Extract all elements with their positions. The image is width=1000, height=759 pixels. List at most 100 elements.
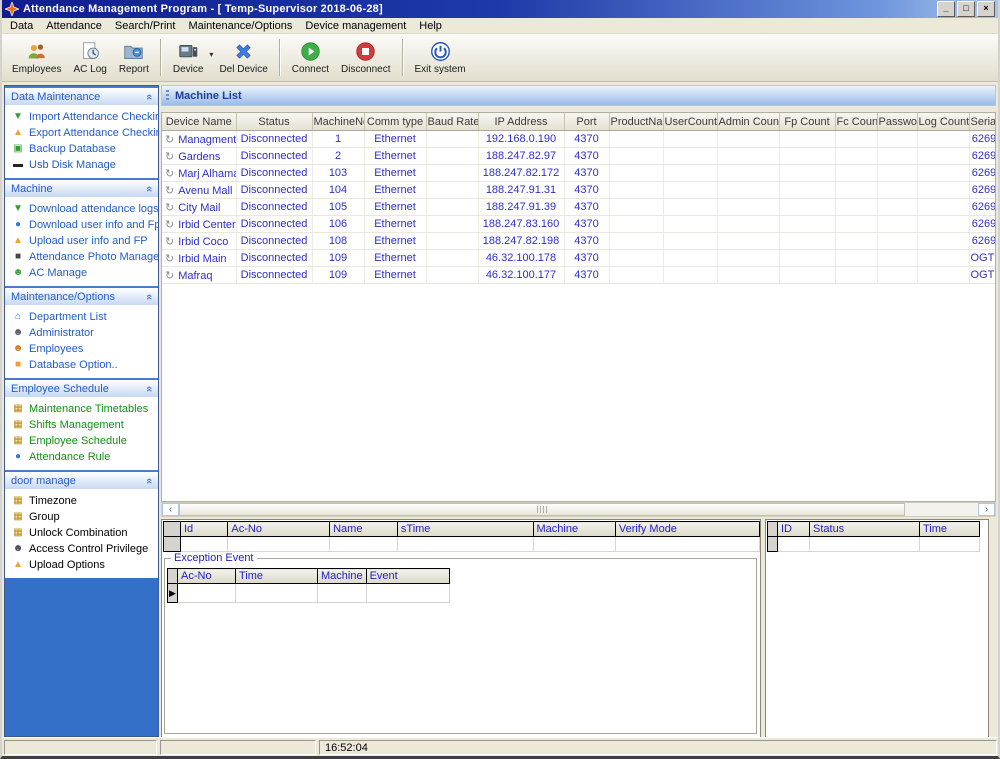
sidebar-section-header[interactable]: Employee Schedule«: [5, 378, 158, 397]
machine-row[interactable]: ↻MafraqDisconnected109Ethernet46.32.100.…: [162, 267, 996, 284]
machine-row[interactable]: ↻City MailDisconnected105Ethernet188.247…: [162, 199, 996, 216]
sidebar-item[interactable]: ▼Import Attendance Checking Data: [12, 111, 156, 123]
col-machine[interactable]: Machine: [533, 522, 615, 537]
sidebar-item[interactable]: ☻AC Manage: [12, 267, 156, 279]
col-machine[interactable]: Machine: [318, 569, 367, 584]
connect-button[interactable]: Connect: [286, 35, 335, 80]
maximize-button-icon[interactable]: □: [957, 1, 975, 17]
col-stime[interactable]: sTime: [397, 522, 533, 537]
col-password[interactable]: Passwo...: [877, 113, 917, 131]
horizontal-scrollbar[interactable]: ‹ ›: [161, 502, 996, 517]
machine-row[interactable]: ↻Irbid CenterDisconnected106Ethernet188.…: [162, 216, 996, 233]
col-id[interactable]: Id: [180, 522, 227, 537]
machine-row[interactable]: ↻Irbid CocoDisconnected108Ethernet188.24…: [162, 233, 996, 250]
scrollbar-thumb[interactable]: [179, 503, 905, 516]
collapse-chevron-icon[interactable]: «: [143, 477, 155, 483]
sidebar-item[interactable]: ☻Access Control Privilege: [12, 543, 156, 555]
col-id[interactable]: ID: [778, 522, 810, 537]
sidebar-item[interactable]: ▦Shifts Management: [12, 419, 156, 431]
sidebar-section-header[interactable]: door manage«: [5, 470, 158, 489]
col-product-name[interactable]: ProductName: [609, 113, 663, 131]
sidebar-item[interactable]: ■Attendance Photo Management: [12, 251, 156, 263]
menu-help[interactable]: Help: [414, 20, 450, 32]
col-ip-address[interactable]: IP Address: [478, 113, 564, 131]
sidebar-item[interactable]: ▣Backup Database: [12, 143, 156, 155]
disconnect-button[interactable]: Disconnect: [335, 35, 396, 80]
col-name[interactable]: Name: [330, 522, 398, 537]
col-device-name[interactable]: Device Name: [162, 113, 236, 131]
collapse-chevron-icon[interactable]: «: [143, 385, 155, 391]
app-window: Attendance Management Program - [ Temp-S…: [0, 0, 1000, 759]
sidebar-item[interactable]: ▲Upload user info and FP: [12, 235, 156, 247]
sidebar-item[interactable]: ▲Upload Options: [12, 559, 156, 571]
sidebar-item[interactable]: ▦Unlock Combination: [12, 527, 156, 539]
machine-row[interactable]: ↻ManagmentDisconnected1Ethernet192.168.0…: [162, 131, 996, 148]
sidebar-item[interactable]: ▦Employee Schedule: [12, 435, 156, 447]
col-fp-count[interactable]: Fp Count: [779, 113, 835, 131]
sidebar-item[interactable]: ▦Maintenance Timetables: [12, 403, 156, 415]
col-user-count[interactable]: UserCount: [663, 113, 717, 131]
col-comm-type[interactable]: Comm type: [364, 113, 426, 131]
close-button-icon[interactable]: ×: [977, 1, 995, 17]
col-status[interactable]: Status: [810, 522, 920, 537]
sidebar-item[interactable]: ▬Usb Disk Manage: [12, 159, 156, 171]
sidebar-item[interactable]: ⌂Department List: [12, 311, 156, 323]
ac-log-button[interactable]: AC Log: [67, 35, 112, 80]
col-fc-count[interactable]: Fc Count: [835, 113, 877, 131]
sidebar-item[interactable]: ●Download user info and Fp: [12, 219, 156, 231]
col-log-count[interactable]: Log Count: [917, 113, 969, 131]
collapse-chevron-icon[interactable]: «: [143, 185, 155, 191]
sidebar-item[interactable]: ■Database Option..: [12, 359, 156, 371]
sidebar-item[interactable]: ☻Administrator: [12, 327, 156, 339]
log-count-cell: [917, 233, 969, 250]
col-event[interactable]: Event: [366, 569, 449, 584]
menu-data[interactable]: Data: [5, 20, 41, 32]
scroll-right-icon[interactable]: ›: [978, 503, 995, 516]
col-ac-no[interactable]: Ac-No: [178, 569, 236, 584]
minimize-button-icon[interactable]: _: [937, 1, 955, 17]
sidebar-item[interactable]: ▲Export Attendance Checking Data: [12, 127, 156, 139]
exit-system-button[interactable]: Exit system: [409, 35, 472, 80]
col-baud-rate[interactable]: Baud Rate: [426, 113, 478, 131]
col-status[interactable]: Status: [236, 113, 312, 131]
machine-row[interactable]: ↻Marj AlhamamDisconnected103Ethernet188.…: [162, 165, 996, 182]
del-device-button[interactable]: Del Device: [213, 35, 273, 80]
sidebar-section-header[interactable]: Maintenance/Options«: [5, 286, 158, 305]
sidebar-section-header[interactable]: Machine«: [5, 178, 158, 197]
col-verify-mode[interactable]: Verify Mode: [615, 522, 759, 537]
admin-count-cell: [717, 165, 779, 182]
machine-row[interactable]: ↻GardensDisconnected2Ethernet188.247.82.…: [162, 148, 996, 165]
menu-search-print[interactable]: Search/Print: [110, 20, 184, 32]
col-port[interactable]: Port: [564, 113, 609, 131]
collapse-chevron-icon[interactable]: «: [143, 293, 155, 299]
device-name: Avenu Mall: [178, 185, 232, 197]
employees-button[interactable]: Employees: [6, 35, 67, 80]
col-admin-count[interactable]: Admin Count: [717, 113, 779, 131]
sidebar-item[interactable]: ●Attendance Rule: [12, 451, 156, 463]
exception-table-row[interactable]: ▶: [168, 584, 450, 603]
fc-count-cell: [835, 148, 877, 165]
col-serial[interactable]: Serial: [969, 113, 996, 131]
col-ac-no[interactable]: Ac-No: [228, 522, 330, 537]
col-time[interactable]: Time: [920, 522, 980, 537]
sidebar-section-header[interactable]: Data Maintenance«: [5, 86, 158, 105]
grip-icon[interactable]: [166, 90, 169, 102]
log-table-empty-row[interactable]: [164, 537, 760, 552]
menu-maintenance-options[interactable]: Maintenance/Options: [183, 20, 300, 32]
sidebar-item[interactable]: ☻Employees: [12, 343, 156, 355]
menu-attendance[interactable]: Attendance: [41, 20, 110, 32]
machine-row[interactable]: ↻Avenu MallDisconnected104Ethernet188.24…: [162, 182, 996, 199]
report-button[interactable]: Report: [113, 35, 155, 80]
col-time[interactable]: Time: [236, 569, 318, 584]
scroll-left-icon[interactable]: ‹: [162, 503, 179, 516]
status-table-empty-row[interactable]: [768, 537, 980, 552]
machine-row[interactable]: ↻Irbid MainDisconnected109Ethernet46.32.…: [162, 250, 996, 267]
sidebar-item[interactable]: ▼Download attendance logs: [12, 203, 156, 215]
sidebar-item[interactable]: ▦Timezone: [12, 495, 156, 507]
scrollbar-track[interactable]: [905, 503, 978, 516]
col-machine-no[interactable]: MachineNo.: [312, 113, 364, 131]
collapse-chevron-icon[interactable]: «: [143, 93, 155, 99]
device-button[interactable]: Device: [167, 35, 210, 80]
sidebar-item[interactable]: ▦Group: [12, 511, 156, 523]
menu-device-management[interactable]: Device management: [300, 20, 414, 32]
